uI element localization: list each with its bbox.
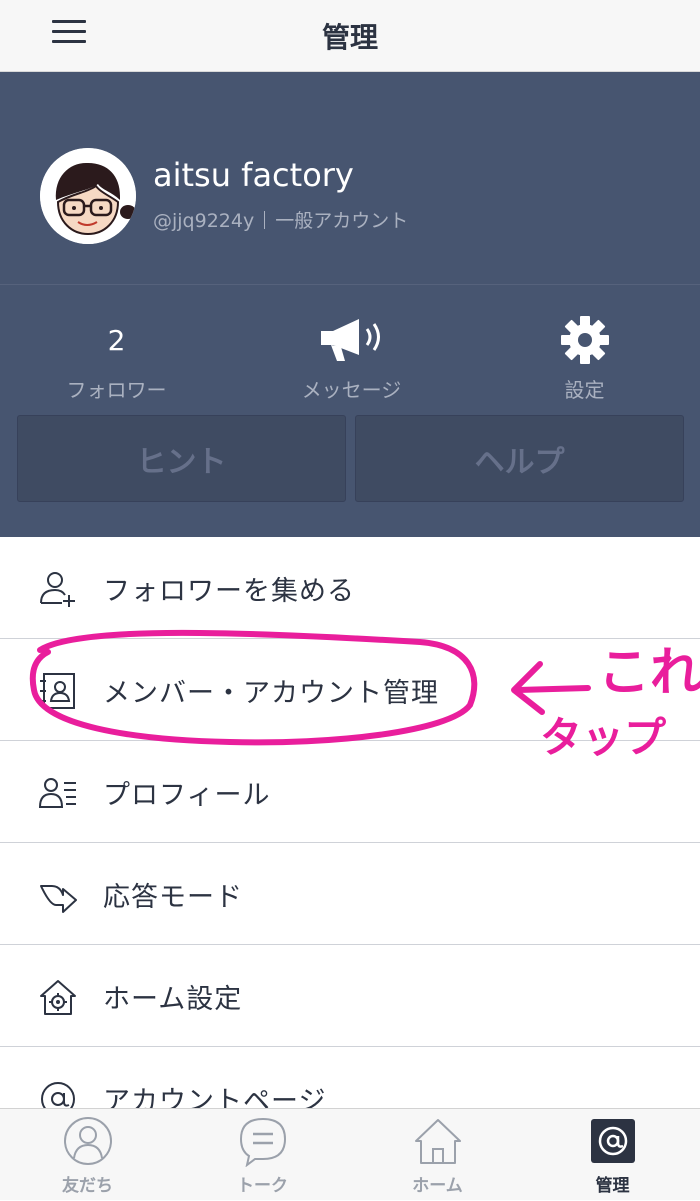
account-handle: @jjq9224y [153, 210, 255, 232]
tab-friends[interactable]: 友だち [0, 1115, 175, 1201]
hint-button[interactable]: ヒント [17, 415, 346, 502]
settings-stat[interactable]: 設定 [468, 312, 700, 403]
header-divider [0, 284, 700, 285]
tab-label: 管理 [595, 1176, 630, 1196]
menu-item-response-mode[interactable]: 応答モード [0, 843, 700, 945]
help-button[interactable]: ヘルプ [355, 415, 684, 502]
tab-label: ホーム [412, 1176, 463, 1196]
menu-item-collect-followers[interactable]: フォロワーを集める [0, 537, 700, 639]
megaphone-icon [320, 319, 380, 361]
menu-list: フォロワーを集める メンバー・アカウント管理 プロフィール 応答モード ホーム設… [0, 537, 700, 1149]
account-name: aitsu factory [153, 156, 354, 194]
menu-item-home-settings[interactable]: ホーム設定 [0, 945, 700, 1047]
followers-label: フォロワー [66, 378, 167, 402]
account-type: 一般アカウント [275, 210, 409, 232]
message-label: メッセージ [301, 378, 402, 402]
tab-label: 友だち [62, 1176, 113, 1196]
settings-label: 設定 [564, 378, 605, 402]
menu-label: ホーム設定 [103, 984, 243, 1015]
account-subline: @jjq9224y 一般アカウント [153, 206, 408, 233]
menu-item-profile[interactable]: プロフィール [0, 741, 700, 843]
add-user-icon [40, 572, 75, 607]
separator [264, 211, 266, 229]
menu-label: プロフィール [103, 780, 271, 811]
friends-icon [63, 1117, 112, 1165]
chat-icon [239, 1117, 286, 1167]
avatar-illustration [40, 148, 136, 244]
home-gear-icon [40, 980, 76, 1015]
menu-label: 応答モード [103, 882, 243, 913]
avatar[interactable] [40, 148, 136, 244]
top-bar: 管理 [0, 0, 700, 72]
tab-talk[interactable]: トーク [175, 1115, 350, 1201]
followers-stat[interactable]: 2 フォロワー [0, 312, 233, 403]
tab-home[interactable]: ホーム [350, 1115, 525, 1201]
account-header: aitsu factory @jjq9224y 一般アカウント 2 フォロワー メ… [0, 72, 700, 537]
tab-label: トーク [237, 1176, 288, 1196]
profile-list-icon [38, 778, 76, 808]
member-card-icon [40, 673, 75, 709]
page-title: 管理 [321, 21, 378, 54]
gear-icon [560, 316, 609, 364]
menu-label: フォロワーを集める [103, 576, 355, 607]
message-stat[interactable]: メッセージ [235, 312, 468, 403]
reply-arrow-icon [40, 885, 77, 913]
menu-label: メンバー・アカウント管理 [103, 678, 439, 709]
tab-manage[interactable]: 管理 [525, 1115, 700, 1201]
home-icon [414, 1119, 461, 1164]
menu-item-member-account[interactable]: メンバー・アカウント管理 [0, 639, 700, 741]
at-icon [590, 1119, 635, 1163]
tab-bar: 友だち トーク ホーム 管理 [0, 1108, 700, 1200]
follower-count: 2 [107, 323, 126, 357]
